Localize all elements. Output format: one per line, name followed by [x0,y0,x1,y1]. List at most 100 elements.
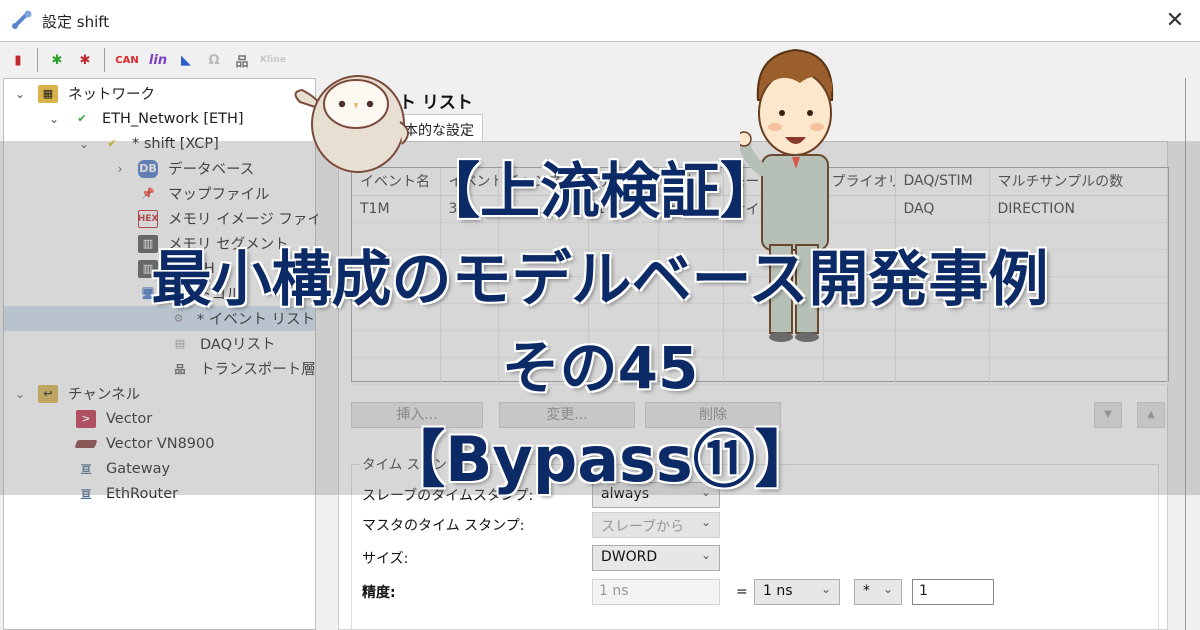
column-header[interactable]: イベント [440,168,499,196]
table-cell [723,357,824,385]
table-cell [588,357,659,385]
tree-item-label: * shift [XCP] [132,135,219,152]
table-cell [440,222,499,250]
flexray-button[interactable]: ◣ [174,48,198,72]
close-icon: ✕ [1165,8,1185,33]
column-header[interactable]: マルチサンプルの数 [989,168,1168,196]
column-header[interactable]: DAQ/STIM [895,168,990,196]
slave-timestamp-select[interactable]: always ⌄ [592,482,720,508]
table-cell [823,357,896,385]
tree-item-label: FLASH [168,260,215,277]
tree-item-gateway[interactable]: 亘 Gateway [76,456,171,481]
memory-segment-icon: ▥ [138,234,158,253]
move-down-button[interactable]: ▼ [1094,402,1122,428]
window-title: 設定 shift [42,13,110,31]
table-cell [989,357,1168,385]
unit-value: 1 ns [763,583,793,599]
most-button[interactable]: Ω [202,48,226,72]
master-timestamp-value: スレーブから [601,519,685,535]
column-header[interactable]: 単位 [658,168,724,196]
precision-input[interactable]: 1 ns [592,579,720,605]
delete-button[interactable]: 削除 [645,402,781,428]
kline-button[interactable]: Kline [258,48,288,72]
tree-item-protocol[interactable]: 🖥 プロトコル [138,281,241,306]
connect-ok-icon: ✱ [51,52,63,68]
tree-item-eth-router[interactable]: 亘 EthRouter [76,481,179,506]
insert-button[interactable]: 挿入... [351,402,483,428]
tree-item-label: ETH_Network [ETH] [102,110,244,127]
change-button[interactable]: 変更... [499,402,635,428]
tree-item-transport-layer[interactable]: 品 トランスポート層 [170,356,316,381]
tree-item-map-file[interactable]: 📌 マップファイル [138,181,269,206]
column-header[interactable]: チャンネル [498,168,589,196]
close-button[interactable]: ✕ [1160,6,1190,36]
table-cell [989,330,1168,358]
tree-item-vector[interactable]: > Vector [76,406,152,431]
tree-item-daq-list[interactable]: ▤ DAQリスト [170,331,276,356]
column-header[interactable]: サイクル [588,168,659,196]
owl-illustration [294,75,409,173]
disconnect-button[interactable]: ✱ [73,48,97,72]
table-cell: DAQ [895,195,990,223]
database-icon: DB [138,159,158,178]
unit-select[interactable]: 1 ns ⌄ [754,579,840,605]
exit-button[interactable]: ▮ [6,48,30,72]
triangle-up-icon: ▲ [1147,409,1155,420]
can-icon: CAN [115,54,139,66]
ethernet-button[interactable]: 品 [230,48,254,72]
table-cell [895,330,990,358]
tree-item-label: チャンネル [68,387,141,403]
tree-item-memory-image[interactable]: HEX メモリ イメージ ファイル [138,206,336,231]
tree-item-vector-vn8900[interactable]: Vector VN8900 [74,431,214,456]
master-timestamp-select[interactable]: スレーブから ⌄ [592,512,720,538]
table-cell [352,222,441,250]
tree-item-label: Gateway [106,460,171,477]
chevron-down-icon: ⌄ [700,515,711,529]
table-cell [498,303,589,331]
table-cell [658,357,724,385]
tree-item-eth-network[interactable]: ⌄ ✔ ETH_Network [ETH] [46,106,244,131]
can-button[interactable]: CAN [112,48,142,72]
tree-item-shift-xcp[interactable]: ⌄ ✔ * shift [XCP] [76,131,219,156]
table-cell [895,303,990,331]
move-up-button[interactable]: ▲ [1137,402,1165,428]
tree-item-memory-segment[interactable]: ▥ メモリ セグメント [138,231,289,256]
chevron-right-icon[interactable]: › [112,162,128,176]
tree-item-channel[interactable]: ⌄ ↩ チャンネル [12,381,140,406]
ecu-icon: ✔ [107,137,117,150]
chevron-down-icon: ⌄ [700,548,711,562]
chevron-down-icon[interactable]: ⌄ [12,87,28,101]
tree-item-label: プロトコル [168,287,241,303]
table-cell [440,357,499,385]
chevron-down-icon[interactable]: ⌄ [12,387,28,401]
tree-item-database[interactable]: › DB データベース [112,156,254,181]
eth-network-icon: ✔ [77,112,87,125]
lin-button[interactable]: lin [146,48,170,72]
vn8900-icon [74,439,98,448]
worker-illustration [740,48,834,342]
exit-icon: ▮ [14,52,22,68]
size-select[interactable]: DWORD ⌄ [592,545,720,571]
event-gear-icon: ⚙ [173,312,184,325]
master-timestamp-label: マスタのタイム スタンプ: [362,518,525,534]
tree-item-flash[interactable]: ▥ FLASH [138,256,215,281]
chevron-down-icon[interactable]: ⌄ [46,112,62,126]
table-cell [352,357,441,385]
connect-button[interactable]: ✱ [45,48,69,72]
table-cell [498,195,589,223]
kline-icon: Kline [260,55,286,65]
table-cell [658,330,724,358]
operator-select[interactable]: * ⌄ [854,579,902,605]
table-cell [588,249,659,277]
table-cell [895,222,990,250]
table-cell [588,222,659,250]
equals-sign: = [736,584,748,600]
table-cell [895,276,990,304]
tree-item-network[interactable]: ⌄ ▦ ネットワーク [12,81,155,106]
precision-label: 精度: [362,585,396,601]
tree-item-event-list[interactable]: ⚙ * イベント リスト [4,306,315,331]
table-cell [658,303,724,331]
factor-input[interactable]: 1 [912,579,994,605]
chevron-down-icon[interactable]: ⌄ [76,137,92,151]
lin-icon: lin [148,52,168,68]
